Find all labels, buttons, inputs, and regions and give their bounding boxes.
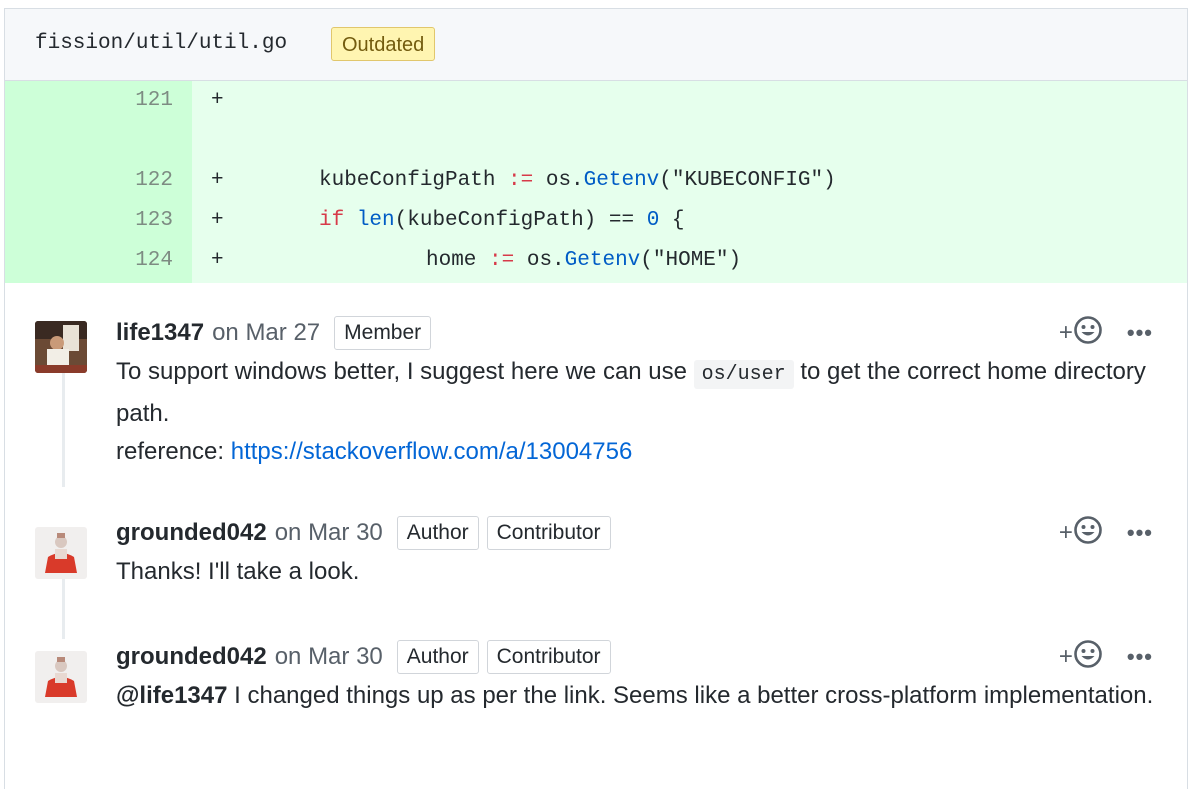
role-badge: Author (396, 516, 479, 550)
line-number[interactable]: 122 (125, 169, 173, 192)
code-text: if len(kubeConfigPath) == 0 { (319, 209, 685, 232)
outdated-badge: Outdated (331, 27, 436, 61)
comment-text: To support windows better, I suggest her… (116, 358, 694, 385)
code-text: kubeConfigPath := os.Getenv("KUBECONFIG"… (319, 169, 836, 192)
add-reaction-button[interactable]: + (1059, 315, 1103, 352)
role-badge: Contributor (486, 640, 611, 674)
reference-label: reference: (116, 438, 231, 465)
comment-header: grounded042 on Mar 30 Author Contributor (116, 637, 611, 677)
comment-date[interactable]: on Mar 30 (275, 643, 383, 671)
comment-header: life1347 on Mar 27 Member (116, 313, 432, 353)
diff-line: 122 + kubeConfigPath := os.Getenv("KUBEC… (5, 169, 1187, 209)
comment-actions: + ••• (1059, 315, 1153, 351)
diff-addition-marker: + (211, 209, 224, 232)
avatar[interactable] (35, 651, 87, 703)
review-comment-container: fission/util/util.go Outdated 121 + 122 … (4, 8, 1188, 789)
reference-link[interactable]: https://stackoverflow.com/a/13004756 (231, 438, 633, 465)
comment-body: To support windows better, I suggest her… (116, 353, 1156, 472)
comment-actions: + ••• (1059, 515, 1153, 551)
comment-author[interactable]: life1347 (116, 319, 204, 347)
avatar[interactable] (35, 321, 87, 373)
diff-hunk: 121 + 122 + kubeConfigPath := os.Getenv(… (5, 81, 1187, 283)
comment-header: grounded042 on Mar 30 Author Contributor (116, 513, 611, 553)
comment-text: Thanks! I'll take a look. (116, 558, 360, 585)
role-badge: Author (396, 640, 479, 674)
comment-body: Thanks! I'll take a look. (116, 553, 1156, 592)
diff-line: 121 + (5, 89, 1187, 129)
diff-addition-marker: + (211, 249, 224, 272)
line-number[interactable]: 123 (125, 209, 173, 232)
smiley-icon (1073, 639, 1103, 676)
comment-text: I changed things up as per the link. See… (227, 682, 1154, 709)
role-badge: Contributor (486, 516, 611, 550)
plus-label: + (1058, 643, 1073, 670)
comment-author[interactable]: grounded042 (116, 643, 267, 671)
plus-label: + (1058, 319, 1073, 346)
avatar[interactable] (35, 527, 87, 579)
file-header: fission/util/util.go Outdated (5, 9, 1187, 81)
diff-addition-marker: + (211, 169, 224, 192)
smiley-icon (1073, 515, 1103, 552)
user-mention[interactable]: @life1347 (116, 682, 227, 709)
inline-code: os/user (693, 360, 794, 389)
line-number[interactable]: 121 (125, 89, 173, 112)
kebab-icon[interactable]: ••• (1127, 520, 1153, 546)
kebab-icon[interactable]: ••• (1127, 644, 1153, 670)
code-text: home := os.Getenv("HOME") (426, 249, 742, 272)
add-reaction-button[interactable]: + (1059, 639, 1103, 676)
diff-addition-marker: + (211, 89, 224, 112)
role-badge: Member (334, 316, 432, 350)
diff-line: 124 + home := os.Getenv("HOME") (5, 249, 1187, 289)
kebab-icon[interactable]: ••• (1127, 320, 1153, 346)
plus-label: + (1058, 519, 1073, 546)
line-number[interactable]: 124 (125, 249, 173, 272)
comment-date[interactable]: on Mar 27 (212, 319, 320, 347)
comment-date[interactable]: on Mar 30 (275, 519, 383, 547)
file-path[interactable]: fission/util/util.go (35, 32, 287, 55)
thread-connector (62, 573, 65, 639)
comment-actions: + ••• (1059, 639, 1153, 675)
comment-body: @life1347 I changed things up as per the… (116, 677, 1156, 716)
comment-author[interactable]: grounded042 (116, 519, 267, 547)
diff-line: 123 + if len(kubeConfigPath) == 0 { (5, 209, 1187, 249)
add-reaction-button[interactable]: + (1059, 515, 1103, 552)
smiley-icon (1073, 315, 1103, 352)
